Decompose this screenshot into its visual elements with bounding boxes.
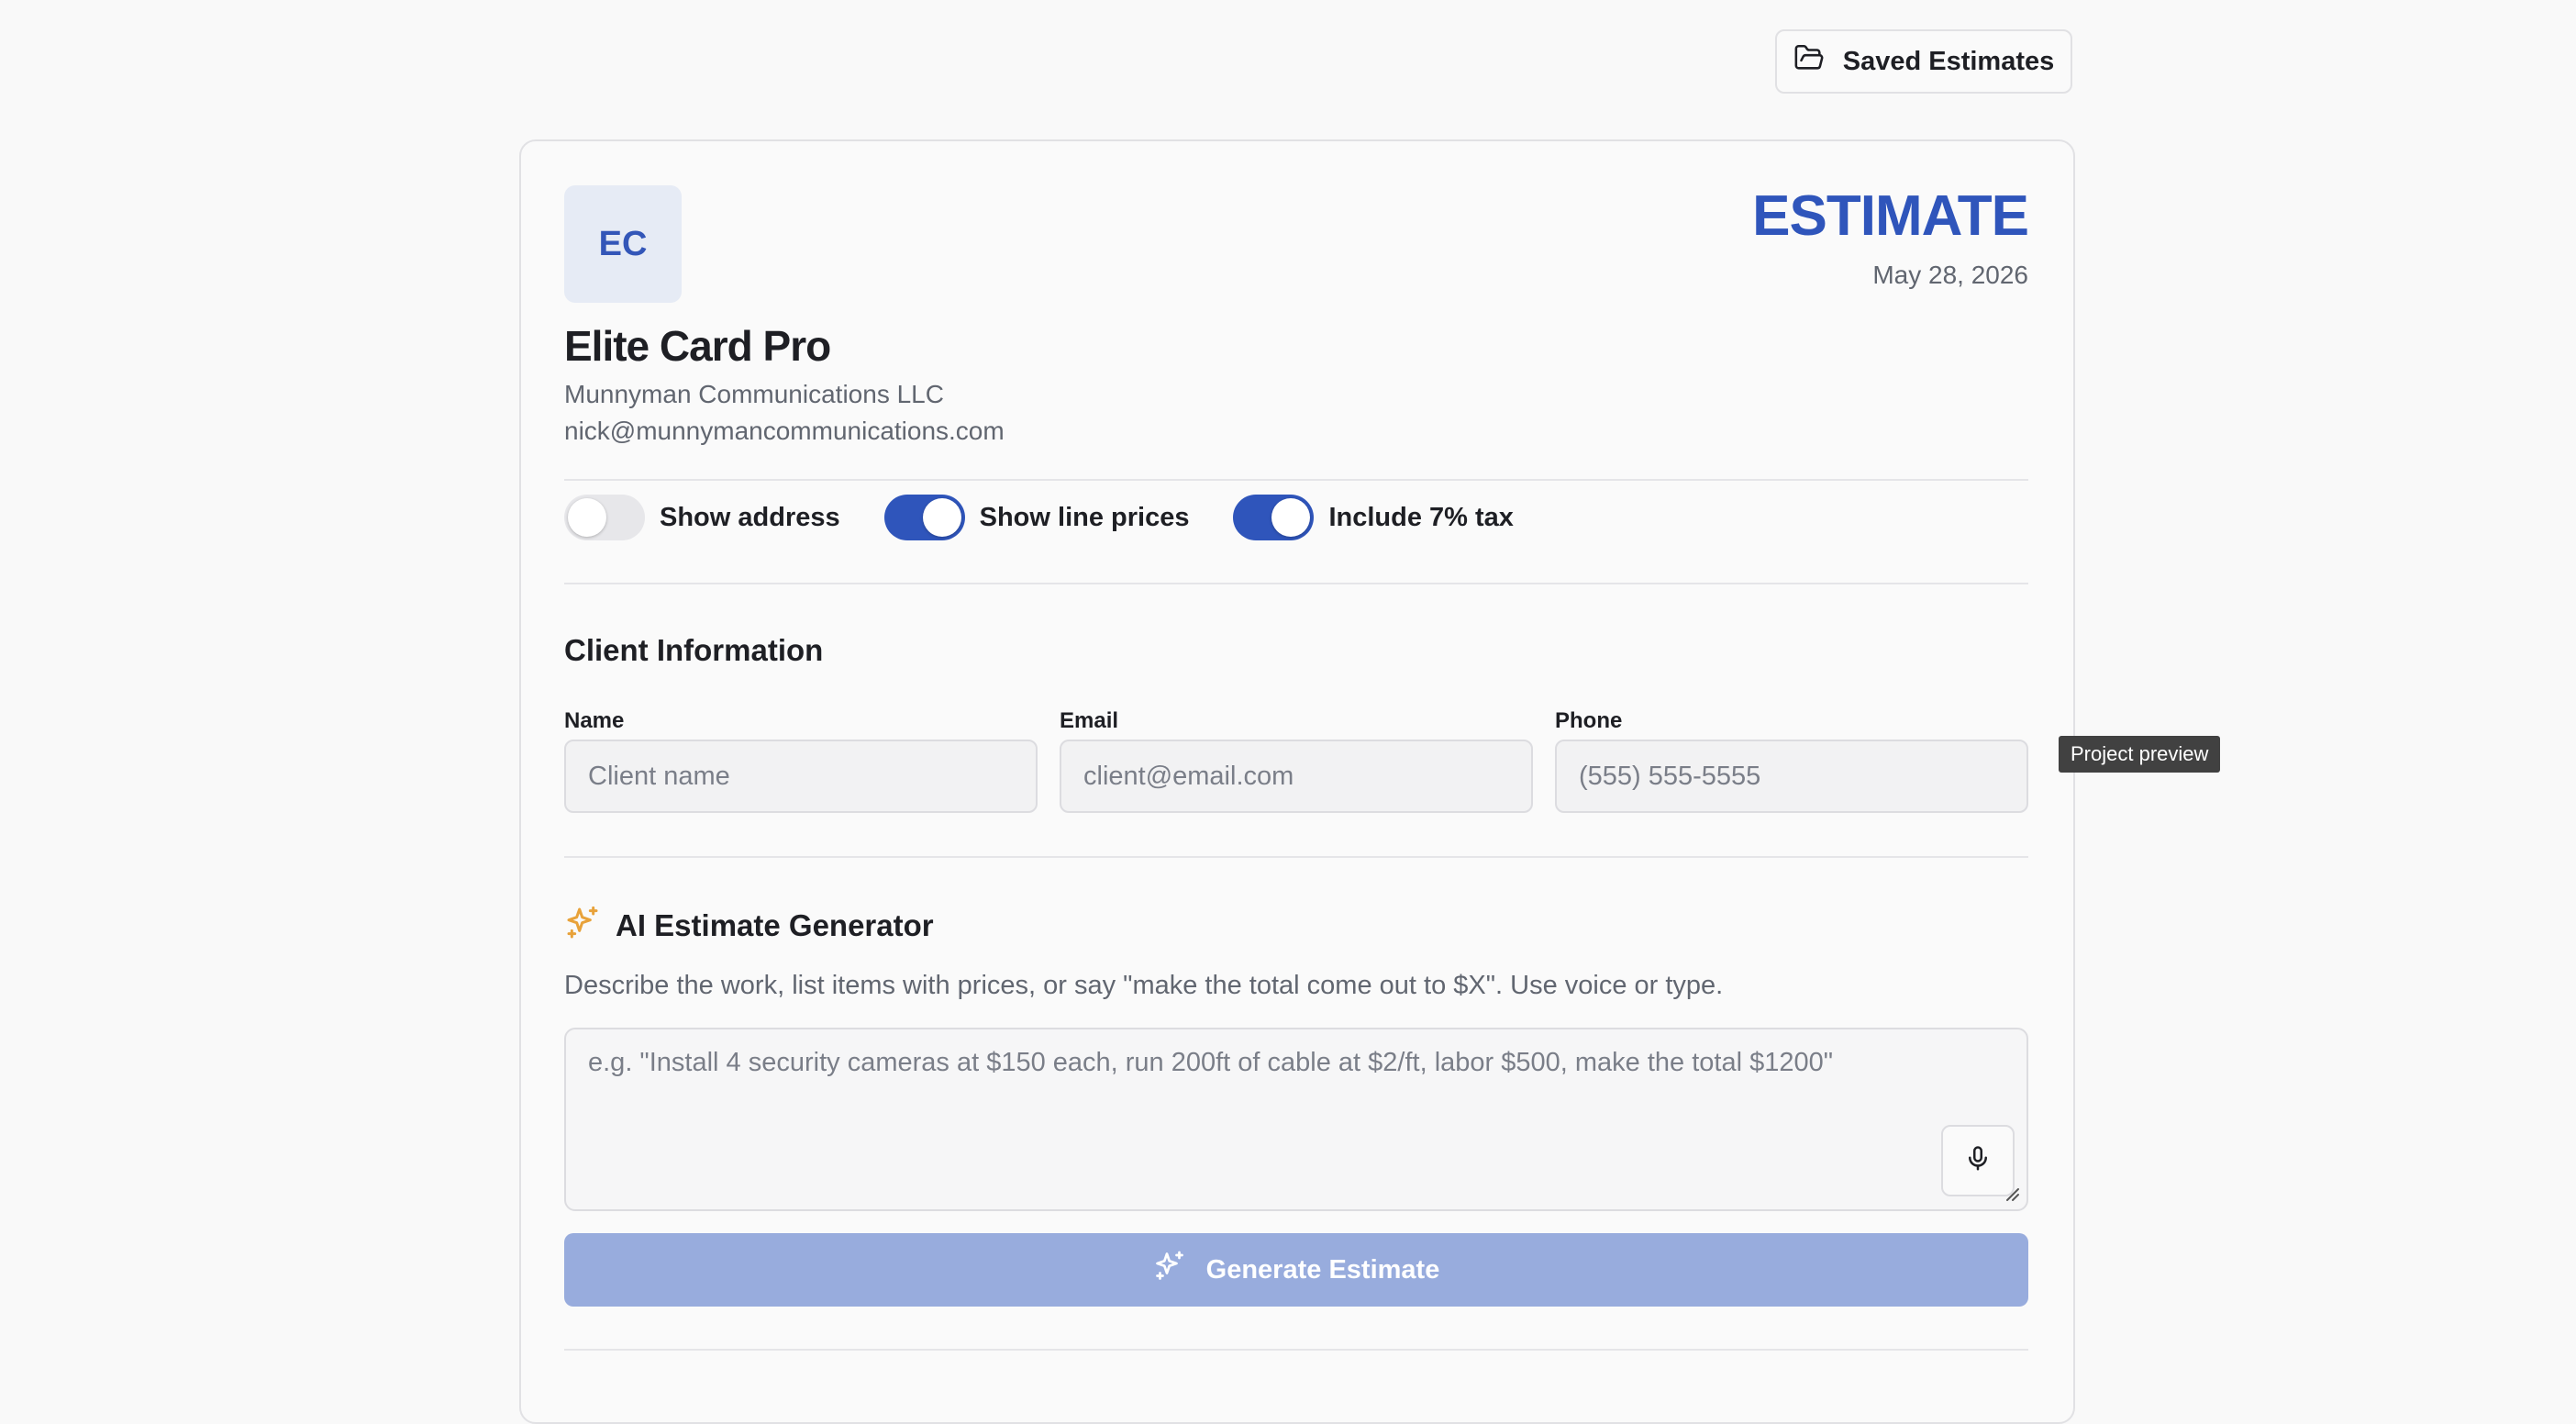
divider [564,583,2028,584]
divider [564,856,2028,858]
toggle-switch-include-tax[interactable] [1233,495,1315,540]
toggle-switch-show-line-prices[interactable] [883,495,965,540]
resize-handle-icon[interactable] [2002,1184,2020,1202]
saved-estimates-label: Saved Estimates [1842,46,2055,76]
ai-generator-header: AI Estimate Generator [564,905,934,946]
generate-estimate-button[interactable]: Generate Estimate [564,1233,2028,1307]
toggle-knob [1271,498,1311,537]
divider [564,479,2028,481]
saved-estimates-button[interactable]: Saved Estimates [1775,29,2072,94]
sparkles-icon [1153,1250,1186,1290]
divider [564,1349,2028,1351]
company-email: nick@munnymancommunications.com [564,417,1005,445]
toggle-label-show-line-prices: Show line prices [979,502,1190,532]
ai-generator-description: Describe the work, list items with price… [564,971,1724,1000]
company-logo[interactable]: EC [564,185,682,303]
toggle-include-tax[interactable]: Include 7% tax [1233,495,1514,540]
client-information-title: Client Information [564,633,824,667]
toggle-knob [568,498,606,537]
project-preview-tooltip: Project preview [2059,736,2221,773]
client-email-input[interactable] [1060,740,1533,813]
work-description-textarea[interactable] [564,1028,2028,1211]
sparkles-icon [564,905,601,946]
toggle-show-line-prices[interactable]: Show line prices [883,495,1190,540]
document-title: ESTIMATE [1752,184,2029,248]
generate-estimate-label: Generate Estimate [1205,1254,1440,1285]
company-name: Munnyman Communications LLC [564,380,944,408]
toggle-label-include-tax: Include 7% tax [1328,502,1514,532]
folder-open-icon [1793,42,1825,81]
brand-name: Elite Card Pro [564,322,831,370]
client-phone-input[interactable] [1555,740,2028,813]
ai-generator-title: AI Estimate Generator [616,907,934,942]
logo-initials: EC [598,224,648,263]
microphone-icon [1964,1145,1992,1177]
client-phone-label: Phone [1555,708,1623,733]
toggle-switch-show-address[interactable] [564,495,645,540]
toggle-knob [922,498,961,537]
toggle-label-show-address: Show address [660,502,840,532]
client-name-label: Name [564,708,625,733]
client-name-input[interactable] [564,740,1038,813]
estimate-date: May 28, 2026 [1872,261,2028,289]
client-email-label: Email [1060,708,1119,733]
toggle-show-address[interactable]: Show address [564,495,840,540]
options-toggle-row: Show address Show line prices Include 7%… [564,492,1558,543]
